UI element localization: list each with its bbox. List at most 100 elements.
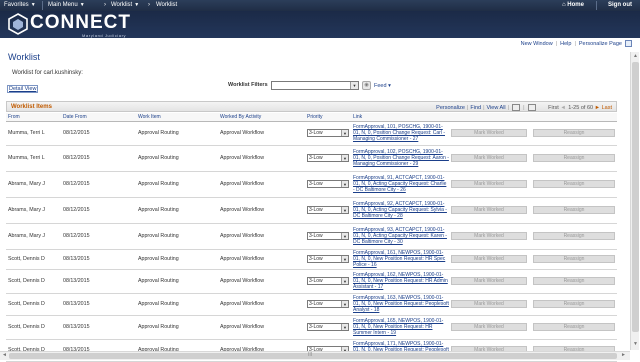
page-options-icon[interactable]	[625, 40, 632, 47]
mark-worked-button[interactable]: Mark Worked	[451, 300, 527, 308]
scroll-left-arrow-icon[interactable]: ◄	[1, 352, 8, 359]
reassign-cell: Reassign	[531, 197, 617, 224]
mark-worked-button[interactable]: Mark Worked	[451, 255, 527, 263]
mark-worked-button[interactable]: Mark Worked	[451, 277, 527, 285]
table-row: Scott, Dennis D 08/13/2015 Approval Routin…	[6, 293, 617, 316]
priority-value: 3-Low	[309, 301, 323, 307]
mark-worked-button[interactable]: Mark Worked	[451, 323, 527, 331]
priority-select[interactable]: 3-Low ▼	[307, 255, 349, 263]
link-cell[interactable]: FormApproval, 161, NEWPOS, 1900-01-01, N…	[351, 249, 449, 270]
vertical-scroll-thumb[interactable]	[632, 62, 639, 332]
table-row: Abrams, Mary J 08/12/2015 Approval Routing…	[6, 171, 617, 198]
grid-view-all-link[interactable]: View All	[487, 105, 506, 111]
column-header[interactable]: From	[6, 113, 61, 122]
priority-value: 3-Low	[309, 155, 323, 161]
priority-select[interactable]: 3-Low ▼	[307, 232, 349, 240]
new-window-link[interactable]: New Window	[521, 41, 553, 47]
link-cell[interactable]: FormApproval, 92, ACTCAPCT, 1900-01-01, …	[351, 197, 449, 224]
priority-select[interactable]: 3-Low ▼	[307, 129, 349, 137]
priority-select[interactable]: 3-Low ▼	[307, 277, 349, 285]
column-header[interactable]: Worked By Activity	[218, 113, 305, 122]
mark-worked-button[interactable]: Mark Worked	[451, 129, 527, 137]
scroll-right-arrow-icon[interactable]: ►	[620, 352, 627, 359]
table-row: Abrams, Mary J 08/12/2015 Approval Routing…	[6, 197, 617, 224]
link-cell[interactable]: FormApproval, 165, NEWPOS, 1900-01-01, N…	[351, 315, 449, 340]
breadcrumb-label: Worklist	[111, 2, 133, 8]
reassign-button[interactable]: Reassign	[533, 180, 615, 188]
link-cell[interactable]: FormApproval, 93, ACTCAPCT, 1900-01-01, …	[351, 223, 449, 250]
breadcrumb-worklist-1[interactable]: Worklist ▼	[111, 2, 139, 8]
toolbar-divider: |	[523, 104, 525, 111]
favorites-menu[interactable]: Favorites ▼	[4, 2, 36, 8]
signout-label: Sign out	[608, 2, 632, 8]
priority-select[interactable]: 3-Low ▼	[307, 323, 349, 331]
help-link[interactable]: Help	[560, 41, 571, 47]
reassign-button[interactable]: Reassign	[533, 206, 615, 214]
column-header[interactable]: Link	[351, 113, 449, 122]
reassign-cell: Reassign	[531, 223, 617, 250]
priority-select[interactable]: 3-Low ▼	[307, 300, 349, 308]
reassign-button[interactable]: Reassign	[533, 277, 615, 285]
grid-title: Worklist Items	[11, 104, 52, 110]
home-icon: ⌂	[562, 2, 566, 8]
priority-select[interactable]: 3-Low ▼	[307, 206, 349, 214]
grid-last-link[interactable]: Last	[602, 105, 612, 111]
mark-worked-button[interactable]: Mark Worked	[451, 206, 527, 214]
nav-divider	[596, 1, 597, 10]
home-link[interactable]: ⌂ Home	[562, 2, 584, 8]
reassign-button[interactable]: Reassign	[533, 255, 615, 263]
table-row: Scott, Dennis D 08/13/2015 Approval Routin…	[6, 269, 617, 294]
horizontal-scrollbar[interactable]: ◄ III ►	[0, 351, 630, 360]
column-header	[531, 113, 617, 122]
reassign-button[interactable]: Reassign	[533, 323, 615, 331]
link-cell[interactable]: FormApproval, 102, POSCHG, 1900-01-01, N…	[351, 145, 449, 172]
column-header[interactable]: Work Item	[136, 113, 218, 122]
priority-select[interactable]: 3-Low ▼	[307, 180, 349, 188]
scroll-down-arrow-icon[interactable]: ▼	[632, 341, 639, 348]
feed-link[interactable]: Feed ▾	[374, 83, 391, 89]
mark-worked-button[interactable]: Mark Worked	[451, 154, 527, 162]
priority-value: 3-Low	[309, 130, 323, 136]
vertical-scrollbar[interactable]: ▲ ▼	[630, 52, 639, 350]
work-item-cell: Approval Routing	[136, 223, 218, 250]
mark-worked-button[interactable]: Mark Worked	[451, 180, 527, 188]
horizontal-scroll-thumb[interactable]	[9, 353, 617, 359]
work-item-cell: Approval Routing	[136, 249, 218, 270]
priority-select[interactable]: 3-Low ▼	[307, 154, 349, 162]
rss-feed-icon[interactable]: ◉	[362, 81, 371, 90]
from-cell: Mumma, Terri L	[6, 121, 61, 146]
worklist-filters-select[interactable]: ▼	[271, 81, 359, 90]
main-menu[interactable]: Main Menu ▼	[48, 2, 85, 8]
date-cell: 08/12/2015	[61, 121, 136, 146]
favorites-label: Favorites	[4, 2, 29, 8]
link-cell[interactable]: FormApproval, 91, ACTCAPCT, 1900-01-01, …	[351, 171, 449, 198]
download-icon[interactable]	[527, 104, 536, 111]
detail-view-link[interactable]: Detail View	[7, 85, 39, 93]
grid-personalize-link[interactable]: Personalize	[436, 105, 465, 111]
date-cell: 08/13/2015	[61, 269, 136, 294]
link-cell[interactable]: FormApproval, 163, NEWPOS, 1900-01-01, N…	[351, 293, 449, 316]
activity-cell: Approval Workflow	[218, 171, 305, 198]
column-header[interactable]: Priority	[305, 113, 351, 122]
reassign-button[interactable]: Reassign	[533, 154, 615, 162]
work-item-cell: Approval Routing	[136, 171, 218, 198]
mark-worked-button[interactable]: Mark Worked	[451, 232, 527, 240]
column-header[interactable]: Date From	[61, 113, 136, 122]
link-cell[interactable]: FormApproval, 162, NEWPOS, 1900-01-01, N…	[351, 269, 449, 294]
grid-find-link[interactable]: Find	[470, 105, 481, 111]
mark-worked-cell: Mark Worked	[449, 197, 531, 224]
breadcrumb-worklist-2[interactable]: Worklist	[156, 2, 177, 8]
personalize-page-link[interactable]: Personalize Page	[579, 41, 622, 47]
toolbar-divider: |	[507, 104, 510, 111]
scroll-up-arrow-icon[interactable]: ▲	[632, 53, 639, 60]
link-cell[interactable]: FormApproval, 101, POSCHG, 1900-01-01, N…	[351, 121, 449, 146]
from-cell: Abrams, Mary J	[6, 197, 61, 224]
next-page-arrow-icon[interactable]: ►	[595, 105, 600, 111]
reassign-button[interactable]: Reassign	[533, 300, 615, 308]
date-cell: 08/12/2015	[61, 171, 136, 198]
signout-link[interactable]: Sign out	[608, 2, 632, 8]
reassign-button[interactable]: Reassign	[533, 232, 615, 240]
table-header-row: From Date From Work Item Worked By Activity…	[6, 113, 617, 122]
reassign-button[interactable]: Reassign	[533, 129, 615, 137]
grid-settings-icon[interactable]	[512, 104, 521, 111]
